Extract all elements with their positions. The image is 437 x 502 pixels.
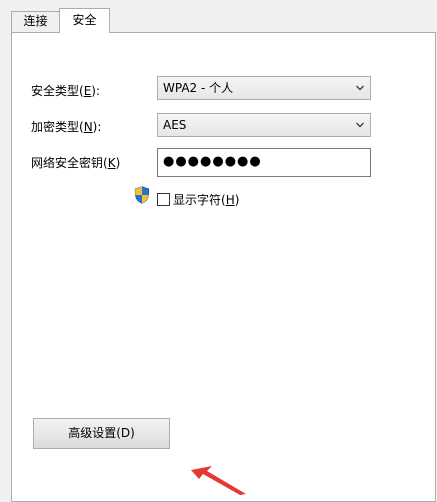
security-type-value: WPA2 - 个人 (163, 81, 234, 95)
show-characters-label[interactable]: 显示字符(H) (173, 191, 239, 208)
encryption-type-value: AES (163, 118, 187, 132)
uac-shield-icon (134, 186, 150, 204)
tab-bar: 连接 安全 (0, 0, 437, 33)
network-key-input[interactable]: ●●●●●●●● (157, 148, 371, 177)
encryption-type-dropdown[interactable]: AES (157, 113, 371, 137)
tab-security[interactable]: 安全 (59, 8, 110, 33)
red-arrow-annotation (191, 466, 246, 495)
chevron-down-icon (356, 85, 364, 91)
tab-connection[interactable]: 连接 (11, 11, 60, 32)
security-type-label: 安全类型(E): (31, 84, 101, 98)
network-key-label: 网络安全密钥(K) (31, 156, 121, 170)
encryption-type-label: 加密类型(N): (31, 120, 102, 134)
security-type-dropdown[interactable]: WPA2 - 个人 (157, 76, 371, 100)
advanced-settings-button[interactable]: 高级设置(D) (33, 418, 170, 449)
show-characters-checkbox[interactable] (157, 193, 170, 206)
chevron-down-icon (356, 122, 364, 128)
network-key-value: ●●●●●●●● (163, 154, 262, 169)
